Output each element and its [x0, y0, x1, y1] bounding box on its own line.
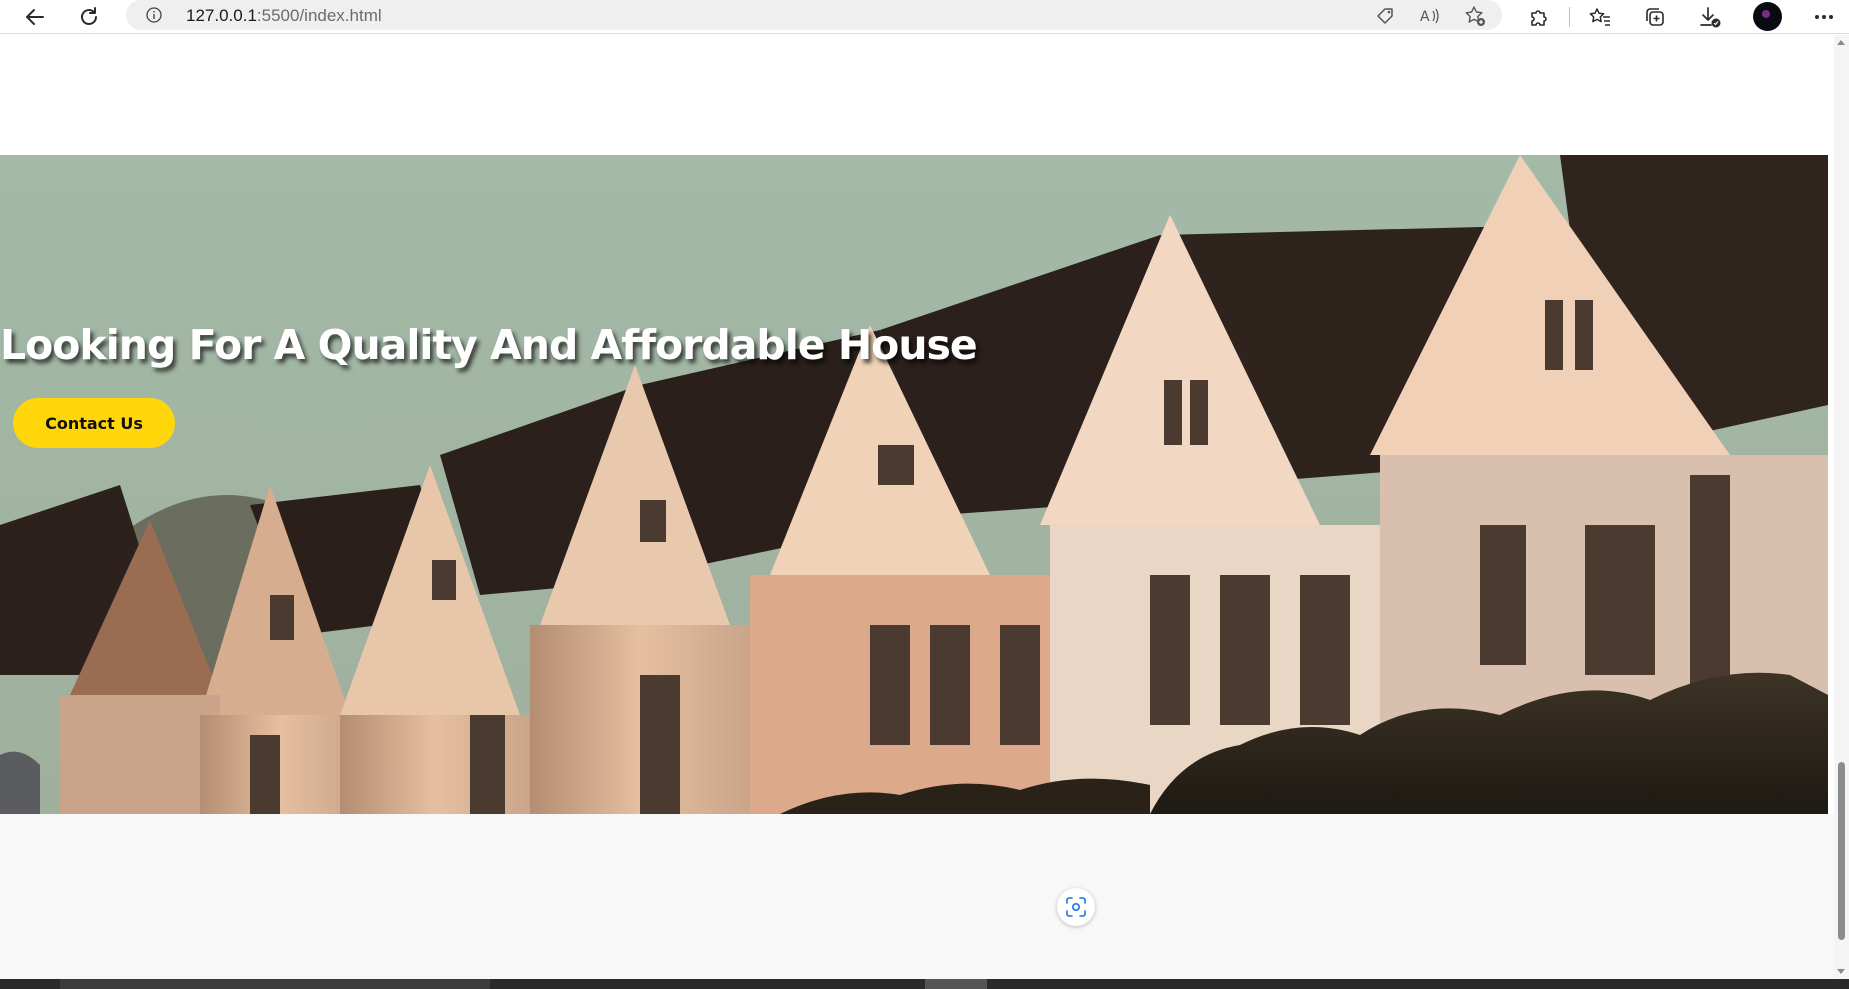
scroll-up-arrow-icon[interactable]	[1837, 40, 1845, 45]
star-add-icon[interactable]	[1464, 5, 1486, 27]
url-path: :5500/index.html	[256, 6, 382, 25]
puzzle-icon[interactable]	[1522, 0, 1556, 34]
info-icon[interactable]	[146, 7, 162, 23]
url-text[interactable]: 127.0.0.1:5500/index.html	[186, 6, 382, 26]
toolbar-divider	[1569, 7, 1570, 27]
url-host: 127.0.0.1	[186, 6, 257, 25]
avatar-dot	[1761, 9, 1770, 18]
svg-text:A: A	[1420, 9, 1430, 25]
taskbar-strip	[0, 979, 1849, 989]
back-arrow-icon[interactable]	[18, 0, 52, 34]
tag-icon[interactable]	[1374, 5, 1396, 27]
page-header-space	[0, 35, 1834, 155]
contact-us-button[interactable]: Contact Us	[13, 398, 175, 448]
hero-title: Looking For A Quality And Affordable Hou…	[0, 321, 978, 369]
taskbar-segment	[925, 979, 987, 989]
page-viewport: Looking For A Quality And Affordable Hou…	[0, 35, 1834, 979]
address-bar[interactable]: 127.0.0.1:5500/index.html A	[126, 0, 1502, 30]
visual-search-icon[interactable]	[1057, 888, 1095, 926]
read-aloud-icon[interactable]: A	[1419, 5, 1441, 27]
browser-toolbar: 127.0.0.1:5500/index.html A	[0, 0, 1849, 34]
page-scrollbar[interactable]	[1834, 35, 1849, 979]
collections-icon[interactable]	[1638, 0, 1672, 34]
taskbar-segment	[60, 979, 490, 989]
download-icon[interactable]	[1693, 0, 1727, 34]
scroll-down-arrow-icon[interactable]	[1837, 969, 1845, 974]
hero-section: Looking For A Quality And Affordable Hou…	[0, 155, 1828, 814]
scrollbar-thumb[interactable]	[1838, 762, 1845, 940]
hero-background-image	[0, 155, 1828, 814]
next-section	[0, 814, 1834, 979]
refresh-icon[interactable]	[72, 0, 106, 34]
profile-avatar[interactable]	[1753, 2, 1782, 31]
more-icon[interactable]	[1807, 0, 1841, 34]
favorites-icon[interactable]	[1583, 0, 1617, 34]
